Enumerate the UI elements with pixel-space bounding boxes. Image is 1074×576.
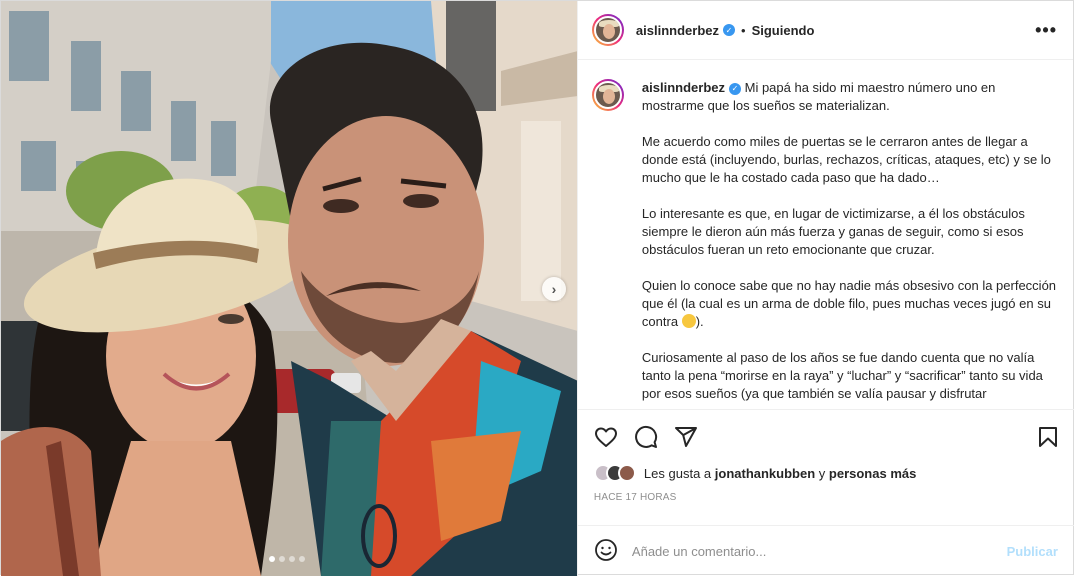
caption-paragraph: Curiosamente al paso de los años se fue … bbox=[641, 350, 1043, 401]
liker-avatar bbox=[617, 464, 636, 482]
publish-button[interactable]: Publicar bbox=[1007, 544, 1058, 559]
post-dialog: › aislinnderbez ✓ • Siguiendo ••• aislin… bbox=[0, 0, 1074, 576]
carousel-dot bbox=[269, 556, 275, 562]
caption: aislinnderbez ✓ Mi papá ha sido mi maestr… bbox=[591, 79, 1060, 403]
photo-illustration bbox=[1, 1, 577, 576]
post-header: aislinnderbez ✓ • Siguiendo ••• bbox=[577, 1, 1073, 60]
comment-input[interactable] bbox=[631, 543, 1007, 559]
heart-icon[interactable] bbox=[594, 425, 618, 449]
share-icon[interactable] bbox=[674, 425, 698, 449]
following-button[interactable]: Siguiendo bbox=[752, 23, 815, 38]
comment-composer: Publicar bbox=[577, 525, 1074, 576]
liker-avatars bbox=[593, 464, 636, 482]
carousel-dot bbox=[289, 556, 295, 562]
likes-others[interactable]: personas más bbox=[829, 466, 916, 481]
caption-scroll-area[interactable]: aislinnderbez ✓ Mi papá ha sido mi maestr… bbox=[578, 61, 1074, 409]
caption-paragraph: Lo interesante es que, en lugar de victi… bbox=[641, 206, 1025, 257]
likes-text: Les gusta a jonathankubben y personas má… bbox=[644, 466, 916, 481]
header-separator: • bbox=[741, 22, 746, 38]
likes-joiner: y bbox=[818, 465, 826, 481]
post-timestamp[interactable]: HACE 17 HORAS bbox=[594, 492, 1060, 503]
caption-text: aislinnderbez ✓ Mi papá ha sido mi maestr… bbox=[642, 79, 1060, 403]
carousel-dot bbox=[279, 556, 285, 562]
caption-paragraph-suffix: ). bbox=[695, 314, 704, 329]
carousel-dots bbox=[269, 556, 305, 562]
caption-paragraph-4: Quien lo conoce sabe que no hay nadie má… bbox=[642, 277, 1060, 331]
caption-username[interactable]: aislinnderbez bbox=[642, 80, 725, 95]
caption-paragraph: Me acuerdo como miles de puertas se le c… bbox=[641, 134, 1051, 185]
carousel-next-button[interactable]: › bbox=[542, 277, 566, 301]
author-username[interactable]: aislinnderbez bbox=[636, 23, 719, 38]
bookmark-icon[interactable] bbox=[1036, 425, 1060, 449]
likes-prefix: Les gusta a bbox=[643, 465, 712, 481]
post-actions: Les gusta a jonathankubben y personas má… bbox=[577, 409, 1074, 525]
comment-icon[interactable] bbox=[634, 425, 658, 449]
emoji-icon[interactable] bbox=[594, 538, 618, 565]
verified-badge-icon: ✓ bbox=[729, 82, 741, 95]
likes-summary[interactable]: Les gusta a jonathankubben y personas má… bbox=[593, 462, 1060, 484]
more-options-icon[interactable]: ••• bbox=[1035, 20, 1057, 41]
carousel-dot bbox=[299, 556, 305, 562]
author-avatar[interactable] bbox=[591, 14, 624, 46]
caption-avatar[interactable] bbox=[591, 79, 624, 111]
post-side-panel: aislinnderbez ✓ • Siguiendo ••• aislinnd… bbox=[576, 1, 1074, 576]
grinning-emoji-icon bbox=[681, 314, 696, 328]
caption-paragraph: Quien lo conoce sabe que no hay nadie má… bbox=[641, 278, 1057, 329]
verified-badge-icon: ✓ bbox=[723, 24, 735, 36]
liker-username[interactable]: jonathankubben bbox=[715, 466, 815, 481]
action-icon-row bbox=[594, 422, 1060, 452]
post-photo[interactable]: › bbox=[1, 1, 577, 576]
